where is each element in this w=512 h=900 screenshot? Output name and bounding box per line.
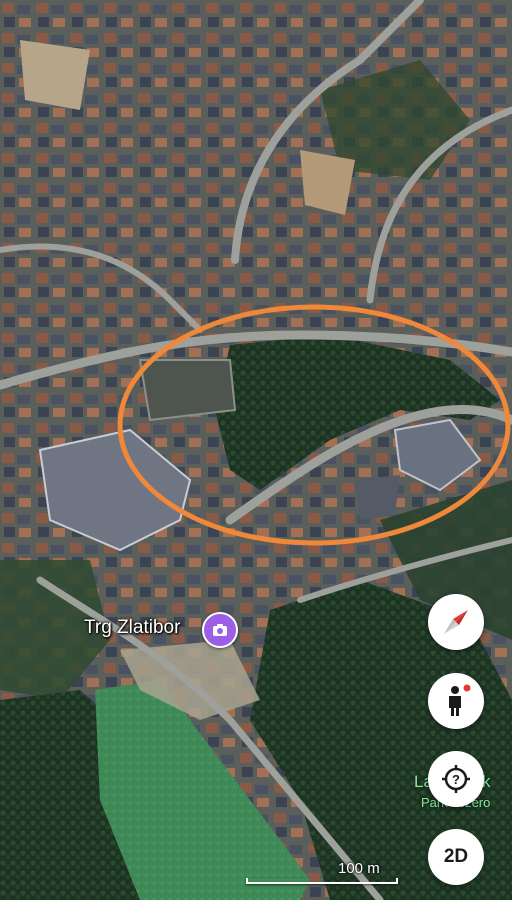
place-pin[interactable] (202, 612, 238, 648)
compass-needle-icon (444, 610, 468, 634)
location-target-question-icon: ? (442, 765, 470, 793)
street-view-button[interactable] (428, 673, 484, 729)
compass-button[interactable] (428, 594, 484, 650)
my-location-button[interactable]: ? (428, 751, 484, 807)
camera-icon (213, 624, 227, 636)
view-toggle-label: 2D (443, 846, 469, 867)
scale-bar (246, 878, 398, 884)
view-toggle-2d-button[interactable]: 2D (428, 829, 484, 885)
map-scale: 100 m (246, 858, 400, 888)
pegman-icon (449, 684, 471, 716)
svg-text:?: ? (452, 772, 460, 787)
scale-label: 100 m (338, 860, 380, 877)
place-label[interactable]: Trg Zlatibor (84, 617, 180, 639)
